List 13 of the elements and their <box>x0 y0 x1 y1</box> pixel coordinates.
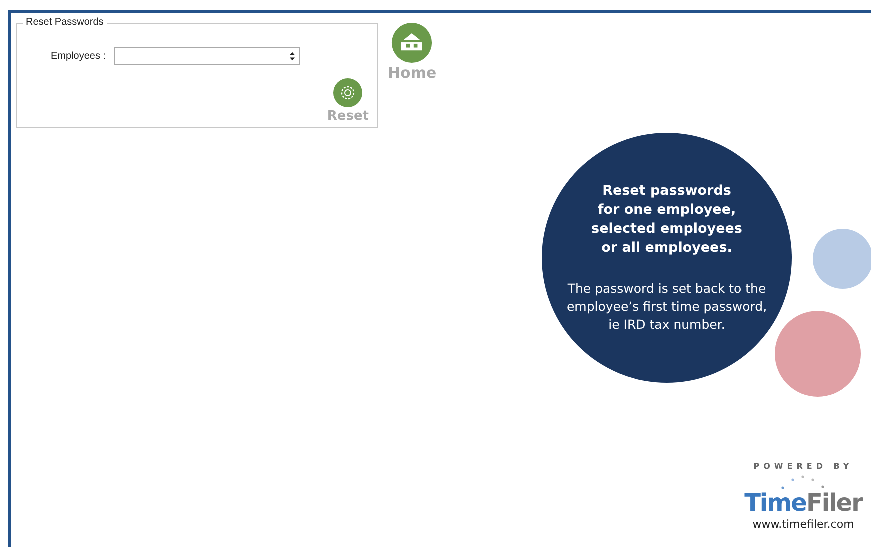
field-label: Employees : <box>51 50 106 62</box>
spinner-icon <box>290 52 296 60</box>
group-title: Reset Passwords <box>23 17 107 28</box>
info-text: The password is set back to the employee’s first time password, ie IRD tax number. <box>566 280 768 334</box>
gear-icon <box>333 78 364 108</box>
powered-by-text: POWERED BY <box>754 462 854 471</box>
employees-field[interactable] <box>114 47 300 65</box>
house-icon <box>391 22 434 64</box>
brand-logo: TimeFiler <box>744 490 862 516</box>
website-link[interactable]: www.timefiler.com <box>752 518 854 531</box>
home-button[interactable]: Home <box>388 22 437 82</box>
reset-button[interactable]: Reset <box>327 78 369 124</box>
info-heading: Reset passwords for one employee, selected employees or all employees. <box>592 182 742 258</box>
